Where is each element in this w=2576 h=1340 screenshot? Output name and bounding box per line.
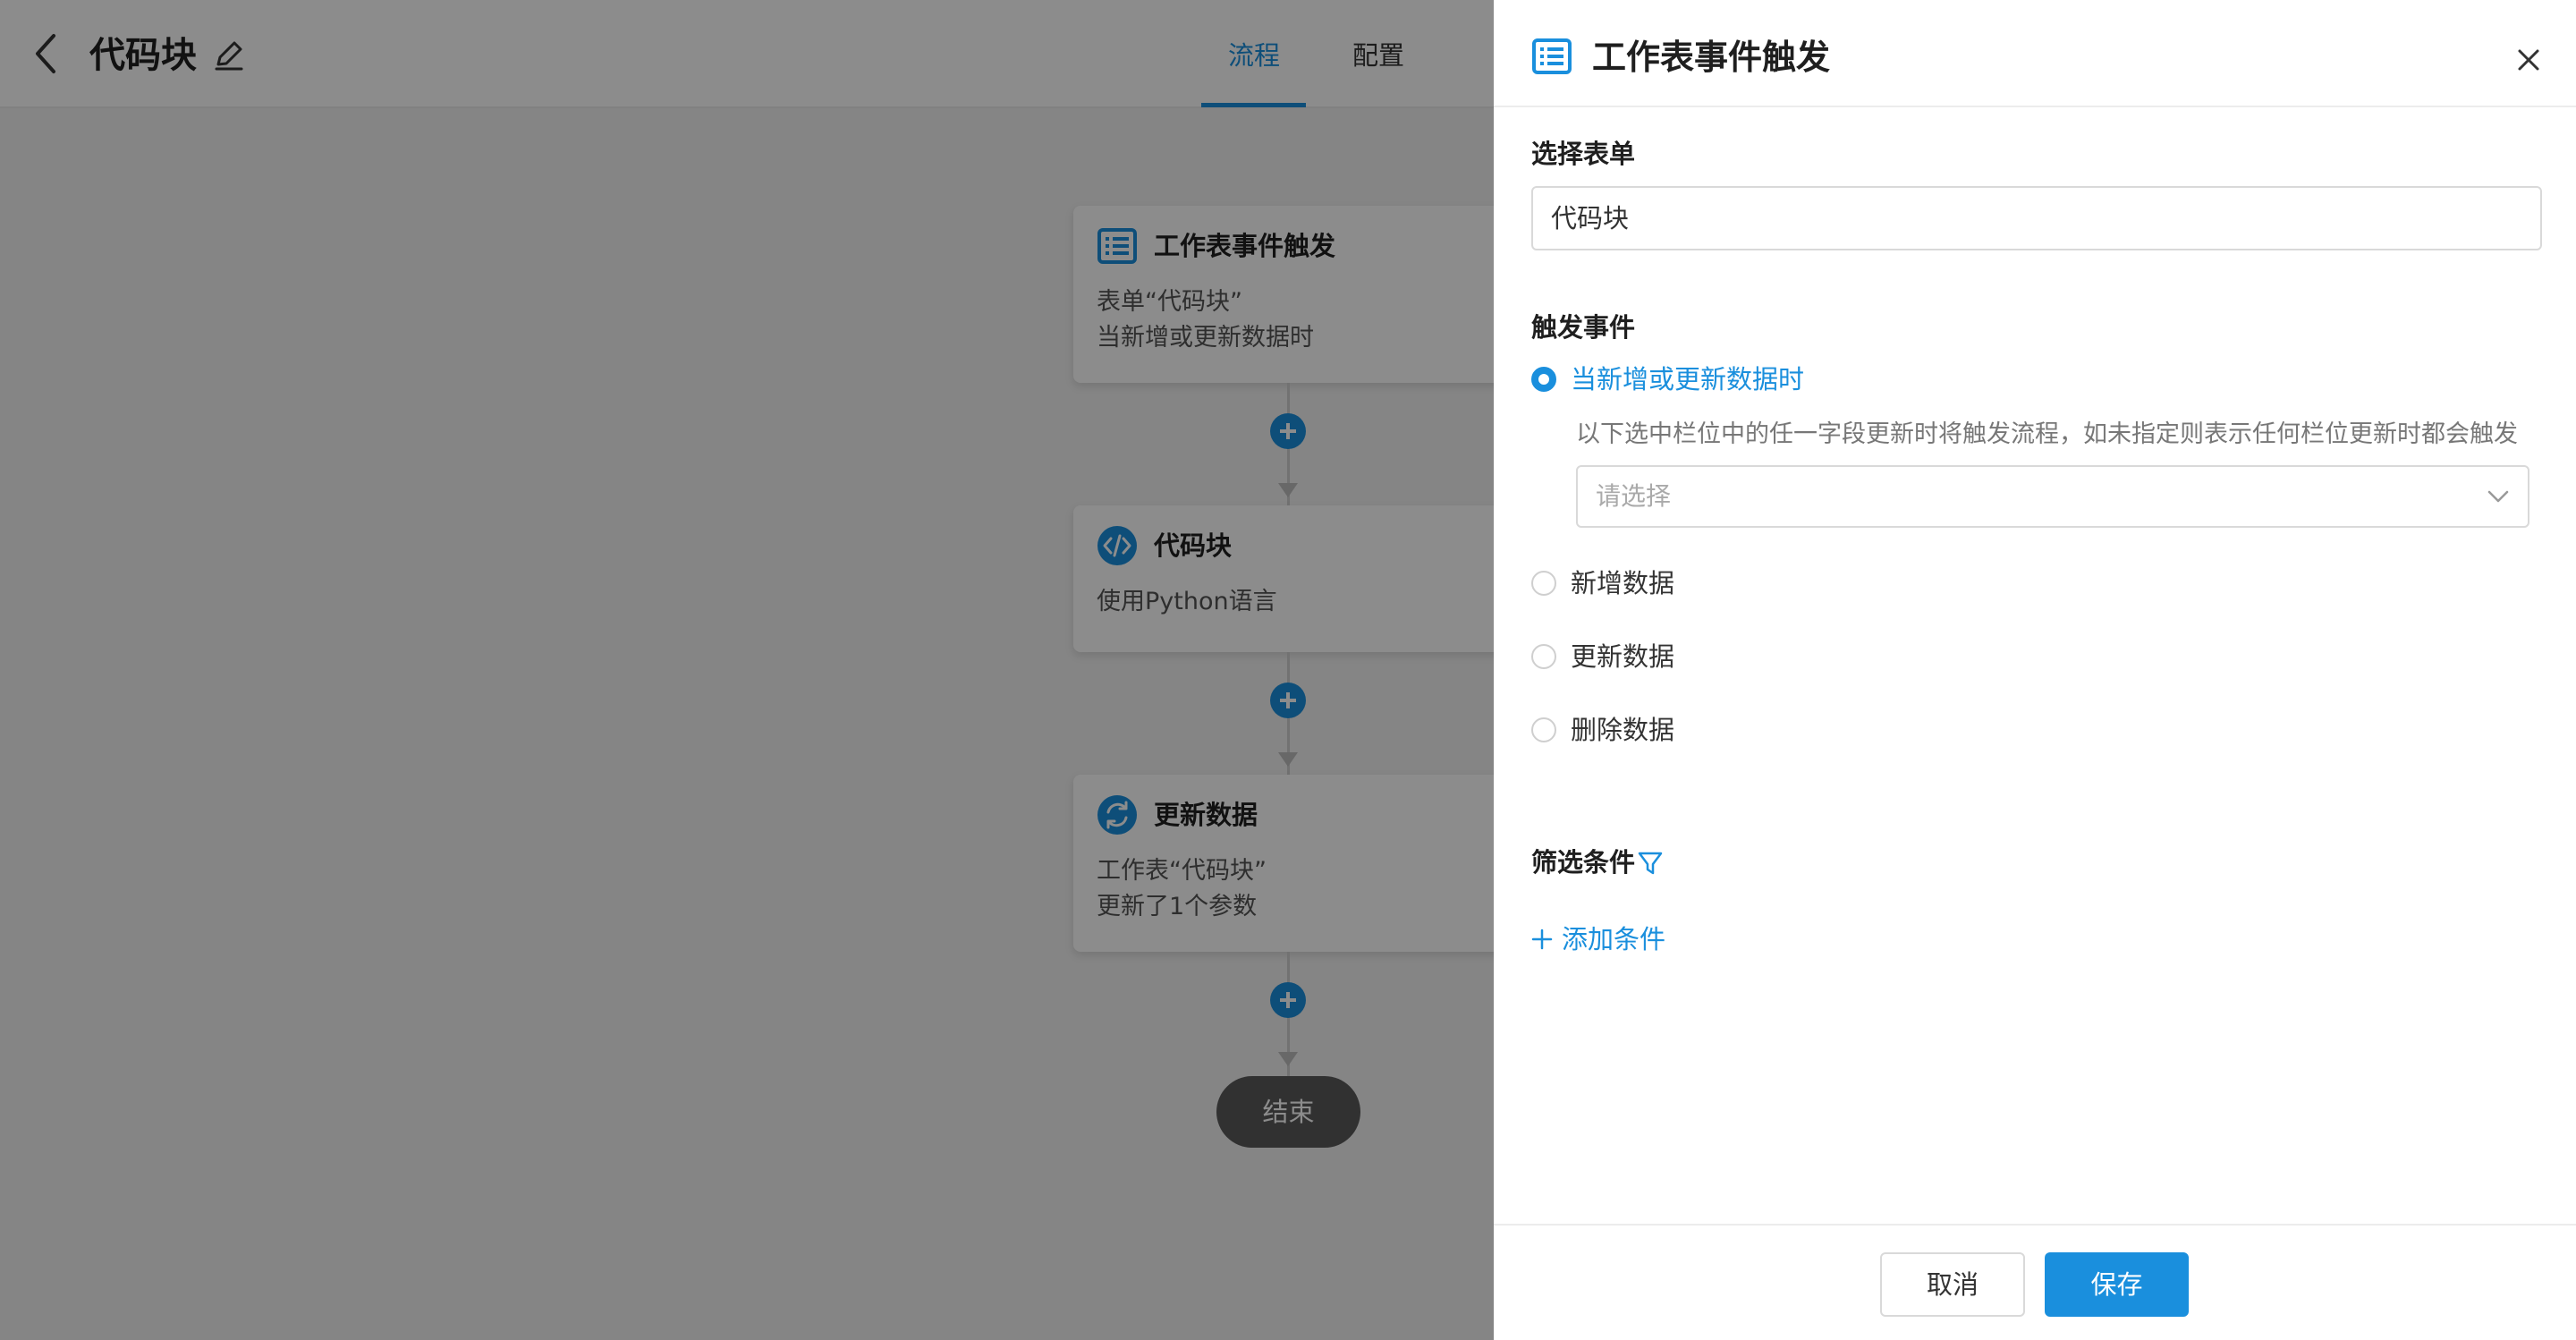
add-condition-label: 添加条件: [1562, 924, 1666, 954]
plus-icon: [1531, 929, 1553, 950]
trigger-config-drawer: 工作表事件触发 选择表单 代码块 触发事件 当新增或更新数据时 以下选中栏位中的…: [1494, 0, 2576, 1340]
radio-button[interactable]: [1531, 367, 1556, 392]
radio-button[interactable]: [1531, 571, 1556, 596]
radio-button[interactable]: [1531, 717, 1556, 742]
trigger-event-label: 触发事件: [1531, 312, 1636, 343]
radio-button[interactable]: [1531, 644, 1556, 669]
select-form-label: 选择表单: [1531, 139, 1636, 169]
close-icon: [2518, 49, 2539, 71]
filter-label: 筛选条件: [1531, 847, 1636, 878]
close-button[interactable]: [2515, 47, 2542, 73]
drawer-title: 工作表事件触发: [1592, 38, 1831, 77]
drawer-header: 工作表事件触发: [1494, 0, 2576, 107]
radio-label: 删除数据: [1571, 715, 1675, 745]
chevron-down-icon: [2487, 490, 2509, 503]
cancel-button[interactable]: 取消: [1880, 1252, 2025, 1317]
modal-overlay[interactable]: [0, 0, 1494, 1340]
drawer-footer: 取消 保存: [1494, 1224, 2576, 1340]
filter-icon: [1638, 852, 1663, 875]
radio-label: 当新增或更新数据时: [1571, 364, 1805, 394]
field-hint-text: 以下选中栏位中的任一字段更新时将触发流程，如未指定则表示任何栏位更新时都会触发: [1576, 420, 2518, 448]
field-select-placeholder: 请选择: [1596, 481, 1672, 511]
save-button[interactable]: 保存: [2045, 1252, 2189, 1317]
radio-label: 新增数据: [1571, 568, 1675, 598]
field-select[interactable]: 请选择: [1576, 465, 2529, 528]
table-list-icon: [1532, 38, 1572, 74]
form-select[interactable]: 代码块: [1531, 186, 2542, 250]
radio-label: 更新数据: [1571, 641, 1675, 672]
